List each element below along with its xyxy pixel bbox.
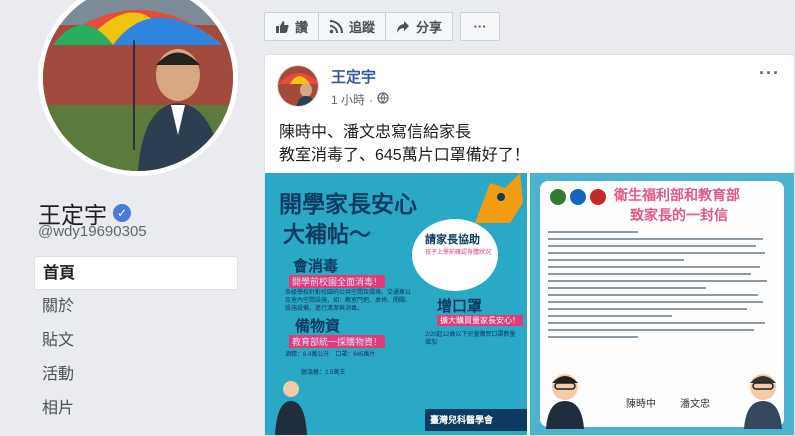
like-button[interactable]: 讚 bbox=[264, 12, 320, 41]
poster-section-supplies-body-2: 額溫槍：2.5萬支 bbox=[301, 370, 346, 376]
facebook-page: 王定宇 ✓ @wdy19690305 首頁 關於 貼文 活動 相片 讚 追蹤 分… bbox=[0, 0, 795, 436]
globe-icon[interactable] bbox=[377, 92, 389, 107]
profile-sidebar: 王定宇 ✓ @wdy19690305 首頁 關於 貼文 活動 相片 bbox=[0, 0, 250, 436]
poster-mascot-illustration bbox=[475, 173, 523, 223]
more-button[interactable]: ··· bbox=[460, 12, 501, 41]
nav-item-events[interactable]: 活動 bbox=[34, 358, 238, 392]
nav-item-posts[interactable]: 貼文 bbox=[34, 324, 238, 358]
verified-badge-icon: ✓ bbox=[113, 204, 131, 222]
minister-chen-illustration bbox=[546, 374, 584, 429]
share-button[interactable]: 分享 bbox=[385, 12, 454, 41]
follow-button[interactable]: 追蹤 bbox=[318, 12, 387, 41]
profile-handle[interactable]: @wdy19690305 bbox=[38, 223, 147, 240]
signature-chen: 陳時中 bbox=[626, 399, 656, 410]
poster-section-disinfect: 會消毒 bbox=[293, 258, 339, 275]
like-label: 讚 bbox=[295, 20, 309, 35]
poster-section-supplies-body-1: 酒精：8.4萬公升 口罩：645萬片 bbox=[285, 352, 376, 358]
poster-doctor-illustration bbox=[275, 381, 307, 435]
poster-footer-band: 臺灣兒科醫學會 bbox=[425, 409, 527, 431]
post-text-line-2: 教室消毒了、645萬片口罩備好了！ bbox=[279, 147, 530, 164]
letter-body-text bbox=[548, 231, 774, 343]
nav-item-photos[interactable]: 相片 bbox=[34, 392, 238, 426]
post-image-letter[interactable]: 衛生福利部和教育部 致家長的一封信 陳時中 潘文忠 bbox=[530, 173, 794, 435]
poster-section-masks-body: 2/20起12歲以下兒童購買口罩數量增加 bbox=[425, 332, 516, 346]
profile-avatar[interactable] bbox=[38, 0, 238, 176]
letter-title-line-1: 衛生福利部和教育部 bbox=[614, 188, 740, 204]
post-text-line-1: 陳時中、潘文忠寫信給家長 bbox=[279, 124, 472, 141]
post-card: 王定宇 1 小時 · ··· 陳時中、潘文忠寫信給家長 教室消毒了、645萬片口… bbox=[264, 54, 795, 436]
rss-icon bbox=[329, 19, 344, 34]
post-author-avatar[interactable] bbox=[277, 65, 319, 107]
share-arrow-icon bbox=[396, 20, 410, 34]
poster-section-masks: 增口罩 bbox=[437, 298, 483, 315]
share-label: 分享 bbox=[416, 20, 443, 35]
nav-item-about[interactable]: 關於 bbox=[34, 290, 238, 324]
minister-pan-illustration bbox=[744, 374, 782, 429]
page-action-bar: 讚 追蹤 分享 ··· bbox=[264, 12, 501, 41]
poster-section-supplies-sub: 教育部統一採購物資！ bbox=[289, 335, 386, 348]
poster-bubble-sub: 孩子上學前確認身體狀況 bbox=[425, 250, 492, 256]
ministry-logos bbox=[550, 189, 606, 205]
poster-title-line-1: 開學家長安心 bbox=[279, 191, 417, 218]
thumbs-up-icon bbox=[275, 20, 289, 34]
poster-section-disinfect-body: 各級學校針對校園的公共空間及環境、交通車以及室內空間設施，如：教室門把、桌椅、開… bbox=[285, 290, 412, 312]
post-text: 陳時中、潘文忠寫信給家長 教室消毒了、645萬片口罩備好了！ bbox=[279, 121, 530, 167]
post-author-name[interactable]: 王定宇 bbox=[331, 66, 376, 87]
poster-bubble-title: 請家長協助 bbox=[425, 234, 480, 246]
poster-section-disinfect-sub: 開學前校園全面消毒！ bbox=[289, 275, 386, 288]
letter-title-line-2: 致家長的一封信 bbox=[630, 208, 728, 224]
page-nav: 首頁 關於 貼文 活動 相片 bbox=[34, 256, 238, 426]
post-image-parent-guide[interactable]: 開學家長安心 大補帖～ 請家長協助 孩子上學前確認身體狀況 會消毒 開學前校園全… bbox=[265, 173, 527, 435]
post-options-button[interactable]: ··· bbox=[759, 63, 780, 84]
nav-item-home[interactable]: 首頁 bbox=[34, 256, 238, 290]
post-meta: 1 小時 · bbox=[331, 91, 389, 108]
poster-section-masks-sub: 擴大購買量家長安心！ bbox=[437, 315, 523, 326]
poster-title-line-2: 大補帖～ bbox=[283, 222, 372, 248]
signature-pan: 潘文忠 bbox=[680, 399, 710, 410]
poster-section-supplies: 備物資 bbox=[295, 318, 341, 335]
post-timestamp[interactable]: 1 小時 bbox=[331, 91, 365, 108]
dot-separator: · bbox=[369, 92, 374, 107]
follow-label: 追蹤 bbox=[349, 20, 376, 35]
